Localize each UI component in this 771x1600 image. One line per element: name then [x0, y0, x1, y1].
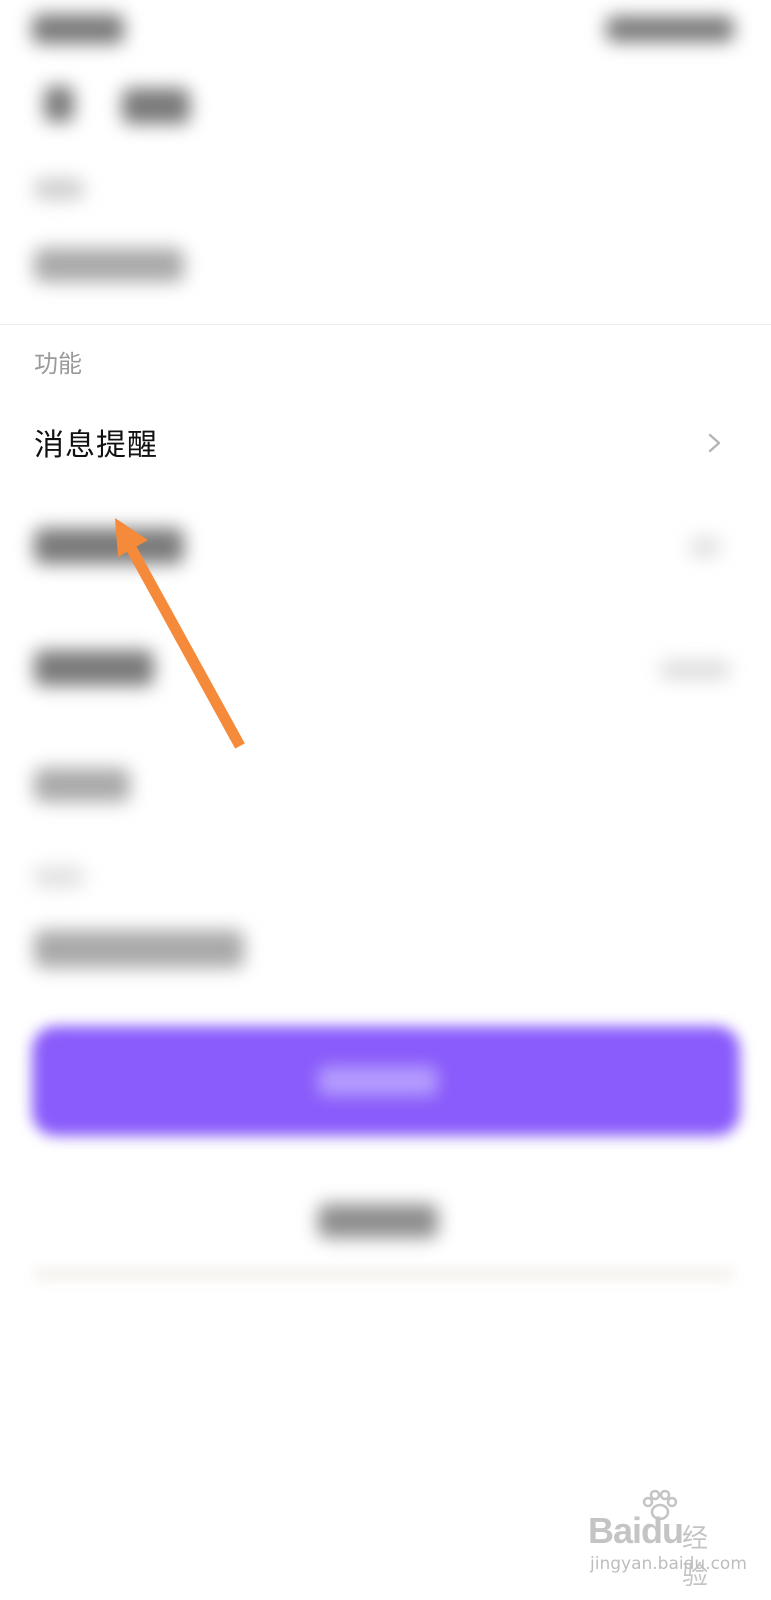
settings-item-5[interactable] — [34, 930, 244, 968]
section-label-features: 功能 — [34, 350, 82, 378]
settings-item-label: 消息提醒 — [34, 428, 158, 463]
settings-item-account[interactable] — [34, 248, 184, 282]
primary-action-button-label — [318, 1066, 438, 1096]
status-bar-icons — [606, 16, 734, 42]
bottom-divider — [34, 1268, 734, 1280]
paw-icon — [642, 1490, 678, 1521]
settings-item-4[interactable] — [34, 768, 130, 802]
watermark-url: jingyan.baidu.com — [590, 1554, 747, 1574]
status-bar-time — [32, 14, 124, 44]
secondary-action-link[interactable] — [318, 1204, 438, 1238]
baidu-jingyan-watermark: Baidu 经验 jingyan.baidu.com — [588, 1488, 747, 1591]
chevron-right-icon — [708, 433, 721, 453]
section-label-other — [34, 866, 84, 888]
settings-item-3[interactable] — [34, 650, 154, 686]
settings-item-2-value — [690, 536, 720, 558]
settings-item-message-reminder[interactable]: 消息提醒 — [0, 400, 771, 490]
back-button[interactable] — [44, 86, 74, 122]
settings-item-2[interactable] — [34, 528, 184, 564]
page-title — [122, 88, 190, 124]
section-label-account — [34, 178, 84, 200]
settings-item-3-value — [660, 660, 730, 680]
section-divider — [0, 324, 771, 325]
